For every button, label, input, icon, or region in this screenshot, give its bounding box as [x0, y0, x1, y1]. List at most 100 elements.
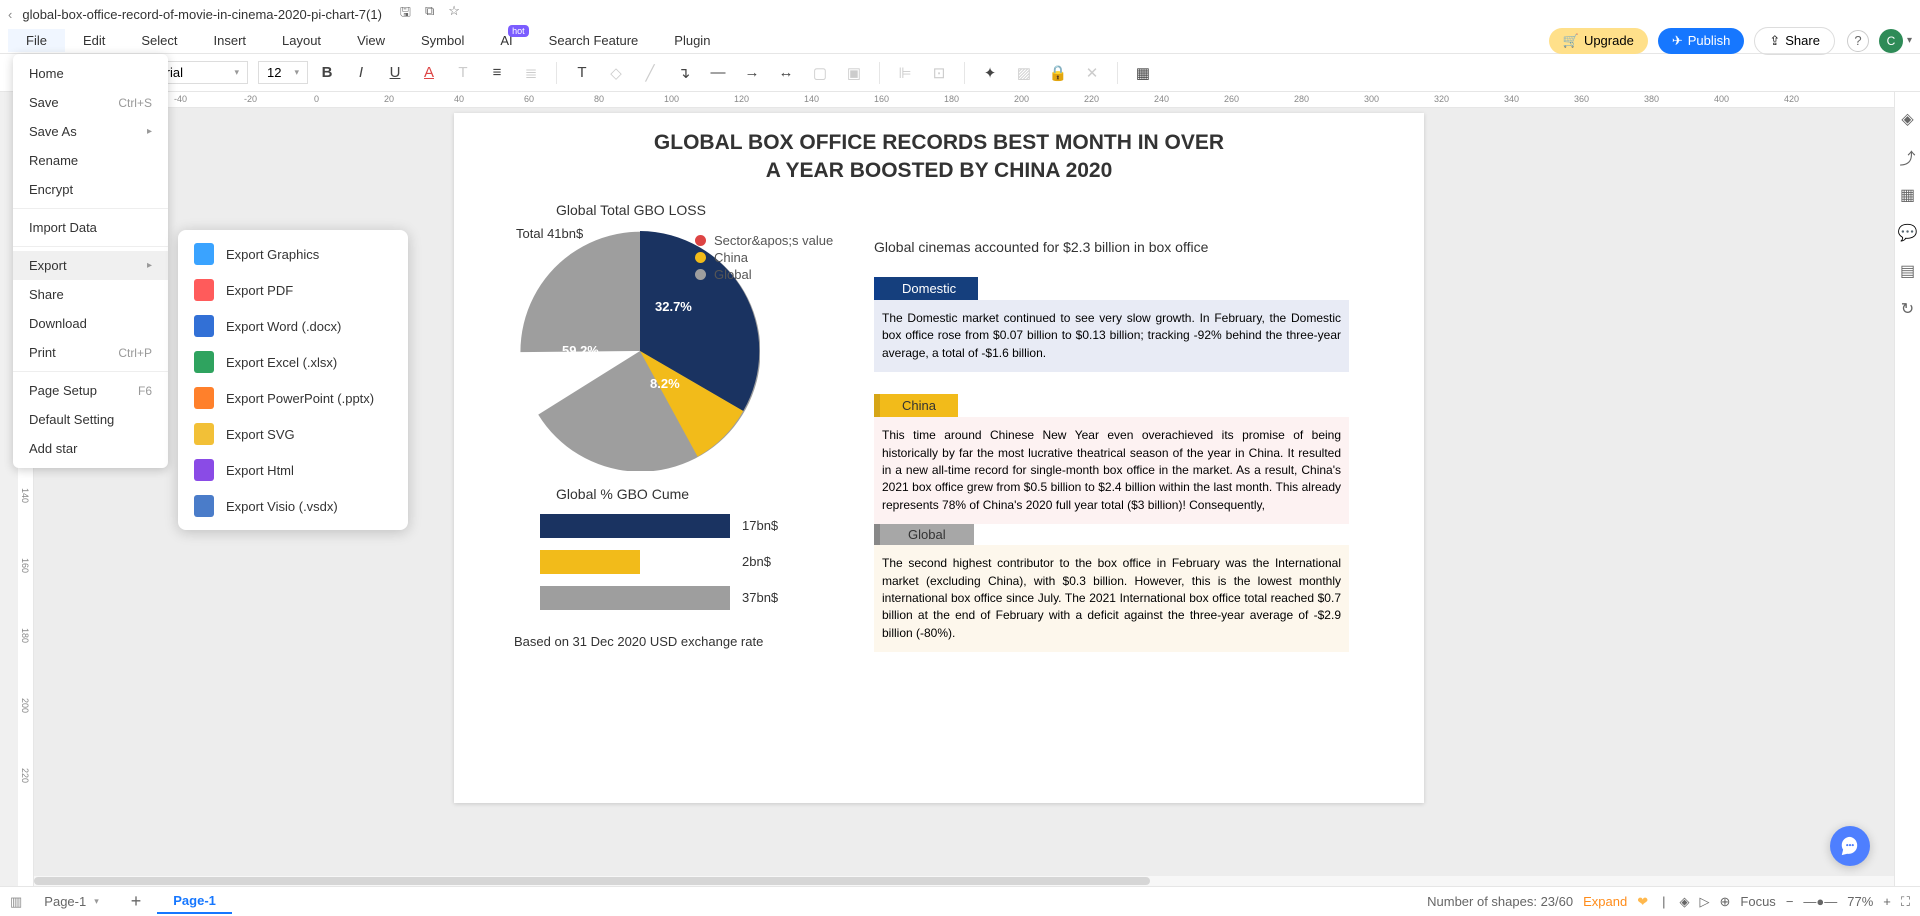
page: GLOBAL BOX OFFICE RECORDS BEST MONTH IN … [454, 113, 1424, 803]
effects-icon[interactable]: ✦ [975, 58, 1005, 88]
underline-icon[interactable]: U [380, 58, 410, 88]
file-menu-item[interactable]: Add star [13, 434, 168, 463]
font-color-icon[interactable]: A [414, 58, 444, 88]
avatar[interactable]: C [1879, 29, 1903, 53]
export-menu-item[interactable]: Export PowerPoint (.pptx) [178, 380, 408, 416]
add-page-button[interactable]: + [115, 891, 158, 912]
expand-link[interactable]: Expand [1583, 894, 1627, 909]
export-menu-item[interactable]: Export Excel (.xlsx) [178, 344, 408, 380]
focus-target-icon[interactable]: ⊕ [1720, 894, 1731, 910]
preview-icon[interactable]: ▦ [1128, 58, 1158, 88]
text-tool-icon[interactable]: T [567, 58, 597, 88]
upgrade-button[interactable]: 🛒Upgrade [1549, 28, 1648, 54]
page-tab[interactable]: Page-1 [157, 889, 232, 914]
font-size-select[interactable]: 12▾ [258, 61, 308, 84]
menu-layout[interactable]: Layout [264, 29, 339, 52]
arrow-end-icon[interactable]: ↔ [771, 58, 801, 88]
layers-icon[interactable]: ◈ [1680, 894, 1690, 910]
file-menu-item[interactable]: Import Data [13, 213, 168, 242]
file-type-icon [194, 351, 214, 373]
lock-icon[interactable]: 🔒 [1043, 58, 1073, 88]
presentation-icon[interactable]: ▷ [1700, 894, 1710, 910]
focus-button[interactable]: Focus [1740, 894, 1775, 909]
file-menu-item[interactable]: PrintCtrl+P [13, 338, 168, 367]
line-style-icon[interactable]: — [703, 58, 733, 88]
export-menu-item[interactable]: Export PDF [178, 272, 408, 308]
share-button[interactable]: ⇪Share [1754, 27, 1835, 55]
publish-button[interactable]: ✈Publish [1658, 28, 1745, 54]
library-icon[interactable]: ▦ [1899, 186, 1917, 204]
file-menu-item[interactable]: Share [13, 280, 168, 309]
arrow-start-icon[interactable]: → [737, 58, 767, 88]
menu-ai[interactable]: AIhot [482, 29, 530, 52]
file-menu-item[interactable]: Encrypt [13, 175, 168, 204]
history-icon[interactable]: ↻ [1899, 300, 1917, 318]
open-external-icon[interactable]: ⧉ [425, 3, 434, 25]
export-panel-icon[interactable]: ⤴ [1899, 148, 1917, 166]
file-type-icon [194, 279, 214, 301]
bar-row: 17bn$ [540, 514, 858, 538]
zoom-level: 77% [1847, 894, 1873, 909]
file-menu-item[interactable]: Download [13, 309, 168, 338]
fill-icon[interactable]: ◇ [601, 58, 631, 88]
menu-edit[interactable]: Edit [65, 29, 123, 52]
zoom-slider[interactable]: —●— [1803, 894, 1837, 909]
file-menu-item[interactable]: Rename [13, 146, 168, 175]
chat-bubble[interactable] [1830, 826, 1870, 866]
menu-select[interactable]: Select [123, 29, 195, 52]
connector-icon[interactable]: ↴ [669, 58, 699, 88]
export-menu-item[interactable]: Export Html [178, 452, 408, 488]
distribute-icon[interactable]: ⊡ [924, 58, 954, 88]
export-menu-item[interactable]: Export Visio (.vsdx) [178, 488, 408, 524]
back-arrow-icon[interactable]: ‹ [8, 7, 12, 22]
bold-icon[interactable]: B [312, 58, 342, 88]
menu-insert[interactable]: Insert [196, 29, 265, 52]
align-icon[interactable]: ⊫ [890, 58, 920, 88]
file-menu-item[interactable]: Export▸ [13, 251, 168, 280]
footnote: Based on 31 Dec 2020 USD exchange rate [514, 634, 858, 649]
file-menu-item[interactable]: Default Setting [13, 405, 168, 434]
zoom-in-icon[interactable]: + [1883, 894, 1891, 909]
save-icon[interactable]: 🖫 [400, 3, 411, 25]
zoom-out-icon[interactable]: − [1786, 894, 1794, 909]
right-column: Global cinemas accounted for $2.3 billio… [874, 239, 1349, 652]
export-menu-item[interactable]: Export SVG [178, 416, 408, 452]
crop-icon[interactable]: ▨ [1009, 58, 1039, 88]
menu-symbol[interactable]: Symbol [403, 29, 482, 52]
file-menu-item[interactable]: Save As▸ [13, 117, 168, 146]
file-menu-item[interactable]: Home [13, 59, 168, 88]
shape-icon[interactable]: ▣ [839, 58, 869, 88]
pages-icon[interactable]: ▥ [10, 894, 22, 910]
menu-file[interactable]: File [8, 29, 65, 52]
file-menu-item[interactable]: SaveCtrl+S [13, 88, 168, 117]
comment-icon[interactable]: 💬 [1899, 224, 1917, 242]
align-left-icon[interactable]: ≡ [482, 58, 512, 88]
file-menu-item[interactable]: Page SetupF6 [13, 376, 168, 405]
page-dropdown[interactable]: Page-1▾ [28, 890, 114, 913]
star-icon[interactable]: ☆ [448, 3, 460, 25]
legend-dot-icon [695, 235, 706, 246]
line-color-icon[interactable]: ╱ [635, 58, 665, 88]
page-panel-icon[interactable]: ▤ [1899, 262, 1917, 280]
cart-icon: 🛒 [1563, 33, 1579, 49]
filename: global-box-office-record-of-movie-in-cin… [22, 7, 382, 22]
export-menu-item[interactable]: Export Word (.docx) [178, 308, 408, 344]
menu-plugin[interactable]: Plugin [656, 29, 728, 52]
fullscreen-icon[interactable]: ⛶ [1901, 894, 1910, 910]
pie-label-sector: 32.7% [655, 299, 692, 314]
help-icon[interactable]: ? [1847, 30, 1869, 52]
export-menu-item[interactable]: Export Graphics [178, 236, 408, 272]
italic-icon[interactable]: I [346, 58, 376, 88]
menu-view[interactable]: View [339, 29, 403, 52]
horizontal-scrollbar[interactable] [34, 876, 1894, 886]
cursor-icon[interactable]: ◈ [1899, 110, 1917, 128]
avatar-dropdown-icon[interactable]: ▾ [1907, 35, 1912, 46]
text-vertical-icon[interactable]: T [448, 58, 478, 88]
send-icon: ✈ [1672, 33, 1683, 49]
file-type-icon [194, 315, 214, 337]
heart-icon[interactable]: ❤ [1637, 894, 1648, 910]
image-icon[interactable]: ▢ [805, 58, 835, 88]
menu-search-feature[interactable]: Search Feature [531, 29, 657, 52]
line-spacing-icon[interactable]: ≣ [516, 58, 546, 88]
tools-icon[interactable]: ✕ [1077, 58, 1107, 88]
